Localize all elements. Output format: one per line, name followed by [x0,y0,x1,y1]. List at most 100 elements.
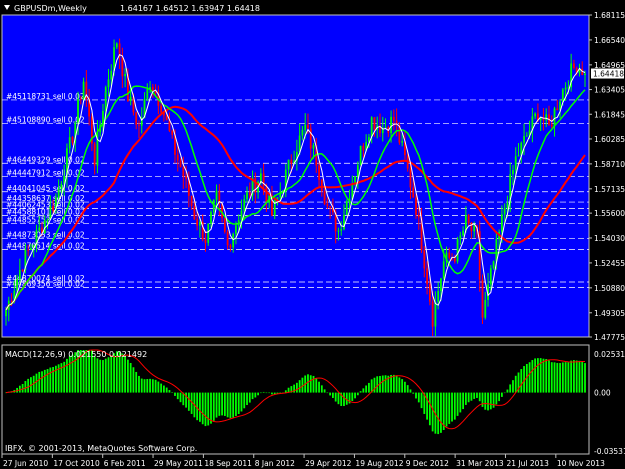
candle-body [185,176,187,179]
order-label: #46449329 sell 0.02 [6,155,85,164]
macd-bar [113,353,115,393]
candle-body [329,206,332,208]
date-axis-label: 18 Sep 2011 [204,459,252,468]
order-label: #44447912 sell 0.02 [6,169,85,178]
macd-bar [462,392,465,410]
macd-bar [268,392,271,394]
macd-bar [420,392,423,409]
macd-bar [448,392,451,424]
macd-bar [18,385,21,393]
macd-bar [149,378,151,393]
candle-body [115,43,118,48]
macd-title: MACD(12,26,9) 0.021550 0.021492 [5,350,147,359]
macd-bar [464,392,467,405]
macd-bar [564,362,567,393]
macd-bar [509,384,512,393]
candle-body [345,201,348,215]
macd-bar [284,390,287,393]
candle-body [392,116,395,121]
chart-window[interactable]: #45118731 sell 0.02 #45108890 sell 0.02 #4… [0,0,625,469]
macd-bar [326,392,329,394]
macd-bar [187,392,190,411]
candle-body [121,57,124,77]
price-axis-label: 1.50880 [594,284,625,293]
macd-bar [307,374,309,393]
candle-body [79,99,82,101]
macd-bar [415,392,417,399]
macd-bar [41,371,43,393]
price-axis-label: 1.60285 [594,135,625,144]
macd-bar [196,392,199,421]
macd-bar [484,392,487,410]
candle-body [304,124,307,130]
candle-body [287,159,290,170]
candle-body [343,214,345,230]
candle-body [492,261,495,269]
date-axis-label: 6 Feb 2011 [104,459,146,468]
copyright-text: IBFX, © 2001-2013, MetaQuotes Software C… [5,444,197,453]
candle-body [517,155,520,157]
macd-bar [179,392,182,403]
candle-body [226,231,229,246]
candle-body [409,168,412,188]
macd-bar [271,392,273,395]
macd-bar [478,392,481,402]
candle-body [235,225,237,234]
macd-bar [575,360,578,393]
candle-body [550,124,553,127]
candle-body [5,309,7,317]
macd-bar [176,392,179,400]
macd-bar [265,392,268,394]
candle-body [318,165,320,180]
candle-body [561,89,564,102]
macd-bar [381,375,384,393]
symbol-timeframe: GBPUSDm,Weekly [14,4,87,13]
macd-bar [318,381,320,393]
candle-body [426,268,428,284]
candle-body [370,117,373,138]
macd-bar [373,377,376,393]
macd-bar [334,392,337,402]
candle-body [265,186,268,203]
macd-bar [295,382,298,393]
macd-bar [481,392,484,407]
candle-body [190,195,193,206]
date-axis-label: 17 Oct 2010 [53,459,100,468]
dropdown-triangle-icon[interactable] [4,5,10,10]
candle-body [38,227,41,231]
macd-bar [221,392,223,416]
candle-body [412,187,415,198]
candle-body [57,188,60,198]
macd-bar [235,392,237,416]
macd-bar [354,392,356,399]
order-label: #45108890 sell 0.02 [6,116,85,125]
macd-bar [107,357,110,393]
macd-bar [556,362,559,393]
macd-bar [110,355,113,393]
candle-body [93,143,96,166]
candle-body [312,145,315,149]
macd-bar [126,359,129,393]
price-axis-label: 1.58710 [594,160,625,169]
candle-body [484,299,487,318]
candle-body [52,206,54,211]
candle-body [82,81,85,100]
macd-bar [406,385,409,393]
macd-bar [38,371,41,393]
macd-bar [151,379,154,393]
macd-panel[interactable] [1,344,590,455]
candle-body [500,214,503,232]
macd-bar [129,362,132,393]
macd-bar [567,362,570,393]
macd-bar [573,360,575,393]
date-axis-label: 8 Jan 2012 [255,459,295,468]
macd-bar [459,392,462,413]
macd-bar [542,358,545,393]
macd-bar [384,375,387,393]
chart-canvas[interactable]: #45118731 sell 0.02 #45108890 sell 0.02 #4… [0,0,625,469]
candle-body [71,137,74,143]
candle-body [440,278,442,292]
main-price-panel[interactable] [2,15,589,337]
candle-body [401,141,404,143]
candle-body [340,229,343,231]
